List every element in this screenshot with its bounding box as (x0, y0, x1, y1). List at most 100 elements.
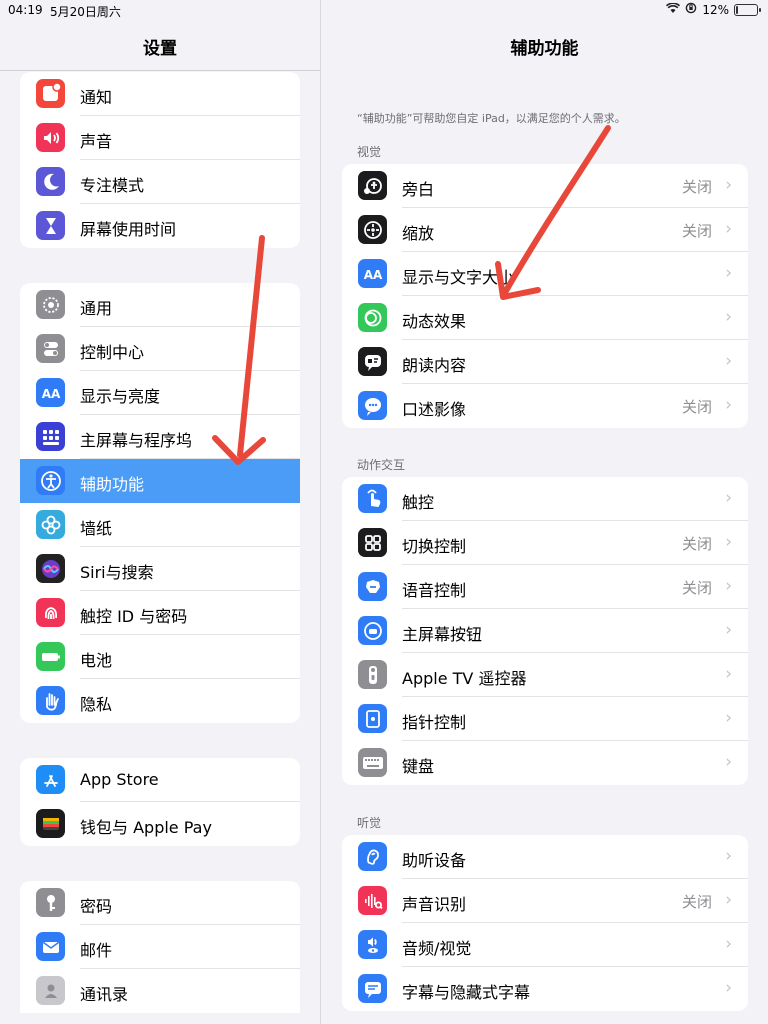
sidebar-item-label: 专注模式 (80, 176, 145, 195)
wallet-icon (36, 809, 65, 838)
hand-icon (36, 686, 65, 715)
item-status-value: 关闭 (681, 579, 712, 597)
sidebar-group: 通用控制中心 AA 显示与亮度主屏幕与程序坞辅助功能墙纸 Siri与搜索触控 ID 与… (20, 283, 300, 723)
voiceover-icon (358, 171, 387, 200)
accessibility-item[interactable]: 口述影像 关闭 › (342, 384, 748, 428)
accessibility-item-label: 声音识别 (402, 895, 467, 914)
sound-icon (36, 123, 65, 152)
sidebar-item-label: 隐私 (80, 695, 113, 714)
sidebar-item[interactable]: 触控 ID 与密码 (20, 591, 300, 635)
sidebar-item-label: 墙纸 (80, 519, 113, 538)
display-aa-icon: AA (36, 378, 65, 407)
sidebar-item[interactable]: AA 显示与亮度 (20, 371, 300, 415)
chevron-right-icon: › (725, 307, 732, 327)
page-title: 辅助功能 (510, 39, 579, 59)
home-button-icon (358, 616, 387, 645)
keyboard-icon (358, 748, 387, 777)
sidebar-title: 设置 (143, 39, 177, 59)
item-status-value: 关闭 (681, 893, 712, 911)
chevron-right-icon: › (725, 219, 732, 239)
sidebar-item[interactable]: 通讯录 (20, 969, 300, 1013)
svg-text:AA: AA (41, 387, 60, 401)
accessibility-item[interactable]: 指针控制 › (342, 697, 748, 741)
chevron-right-icon: › (725, 395, 732, 415)
sidebar-item-label: 钱包与 Apple Pay (80, 818, 212, 837)
chevron-right-icon: › (725, 752, 732, 772)
svg-text:AA: AA (363, 268, 382, 282)
sidebar-item-label: 邮件 (80, 941, 113, 960)
sidebar-item[interactable]: 通知 (20, 72, 300, 116)
sidebar-item-label: 触控 ID 与密码 (80, 607, 188, 626)
status-bar: 04:19 5月20日周六 12% (0, 0, 768, 20)
voice-control-icon (358, 572, 387, 601)
item-status-value: 关闭 (681, 398, 712, 416)
sidebar-item-label: 控制中心 (80, 343, 145, 362)
accessibility-item[interactable]: 键盘 › (342, 741, 748, 785)
sidebar-item[interactable]: App Store (20, 758, 300, 802)
accessibility-item[interactable]: Apple TV 遥控器 › (342, 653, 748, 697)
battery-percentage: 12% (702, 2, 729, 17)
touch-hand-icon (358, 484, 387, 513)
sidebar-item[interactable]: 声音 (20, 116, 300, 160)
pointer-control-icon (358, 704, 387, 733)
sidebar-item-label: 通讯录 (80, 985, 129, 1004)
accessibility-item-label: 朗读内容 (402, 356, 467, 375)
sidebar-item-label: 主屏幕与程序坞 (80, 431, 193, 450)
accessibility-item[interactable]: AA 显示与文字大小 › (342, 252, 748, 296)
accessibility-item[interactable]: 助听设备 › (342, 835, 748, 879)
sidebar-item[interactable]: 电池 (20, 635, 300, 679)
home-grid-icon (36, 422, 65, 451)
sidebar-item[interactable]: 专注模式 (20, 160, 300, 204)
sidebar-item[interactable]: 通用 (20, 283, 300, 327)
chevron-right-icon: › (725, 664, 732, 684)
captions-icon (358, 974, 387, 1003)
chevron-right-icon: › (725, 890, 732, 910)
accessibility-item-label: 键盘 (402, 757, 435, 776)
status-time: 04:19 (8, 3, 43, 17)
accessibility-item[interactable]: 声音识别 关闭 › (342, 879, 748, 923)
accessibility-pane: 辅助功能 “辅助功能”可帮助您自定 iPad，以满足您的个人需求。 视觉 旁白 关闭… (321, 0, 768, 1024)
accessibility-item[interactable]: 字幕与隐藏式字幕 › (342, 967, 748, 1011)
chevron-right-icon: › (725, 978, 732, 998)
accessibility-item[interactable]: 主屏幕按钮 › (342, 609, 748, 653)
sidebar-item[interactable]: 密码 (20, 881, 300, 925)
accessibility-item[interactable]: 缩放 关闭 › (342, 208, 748, 252)
sidebar-item[interactable]: 辅助功能 (20, 459, 300, 503)
item-status-value: 关闭 (681, 222, 712, 240)
sidebar-item[interactable]: 钱包与 Apple Pay (20, 802, 300, 846)
accessibility-item[interactable]: 触控 › (342, 477, 748, 521)
contacts-icon (36, 976, 65, 1005)
sidebar-item[interactable]: 邮件 (20, 925, 300, 969)
sidebar-item-label: App Store (80, 770, 159, 789)
sidebar-item[interactable]: 主屏幕与程序坞 (20, 415, 300, 459)
accessibility-item-label: 缩放 (402, 224, 435, 243)
key-icon (36, 888, 65, 917)
accessibility-item[interactable]: 语音控制 关闭 › (342, 565, 748, 609)
accessibility-item[interactable]: 朗读内容 › (342, 340, 748, 384)
chevron-right-icon: › (725, 488, 732, 508)
accessibility-item[interactable]: 切换控制 关闭 › (342, 521, 748, 565)
sidebar-item-label: 声音 (80, 132, 113, 151)
sidebar-item[interactable]: 墙纸 (20, 503, 300, 547)
section-header: 视觉 (357, 145, 382, 159)
sidebar-item[interactable]: 控制中心 (20, 327, 300, 371)
accessibility-item[interactable]: 音频/视觉 › (342, 923, 748, 967)
chevron-right-icon: › (725, 532, 732, 552)
chevron-right-icon: › (725, 263, 732, 283)
wifi-icon (666, 1, 681, 17)
motion-icon (358, 303, 387, 332)
accessibility-item[interactable]: 动态效果 › (342, 296, 748, 340)
accessibility-item-label: 助听设备 (402, 851, 467, 870)
battery-icon (36, 642, 65, 671)
accessibility-item-label: 指针控制 (402, 713, 467, 732)
remote-icon (358, 660, 387, 689)
battery-level-fill (736, 5, 739, 14)
accessibility-item[interactable]: 旁白 关闭 › (342, 164, 748, 208)
accessibility-group: 旁白 关闭 › 缩放 关闭 › AA 显示与文字大小 › 动态效果 › 朗读内容 › 口述影像 关闭 › (342, 164, 748, 428)
accessibility-description: “辅助功能”可帮助您自定 iPad，以满足您的个人需求。 (357, 112, 626, 125)
accessibility-item-label: 旁白 (402, 180, 435, 199)
ear-icon (358, 842, 387, 871)
sidebar-item[interactable]: 隐私 (20, 679, 300, 723)
sidebar-item[interactable]: 屏幕使用时间 (20, 204, 300, 248)
sidebar-item[interactable]: Siri与搜索 (20, 547, 300, 591)
